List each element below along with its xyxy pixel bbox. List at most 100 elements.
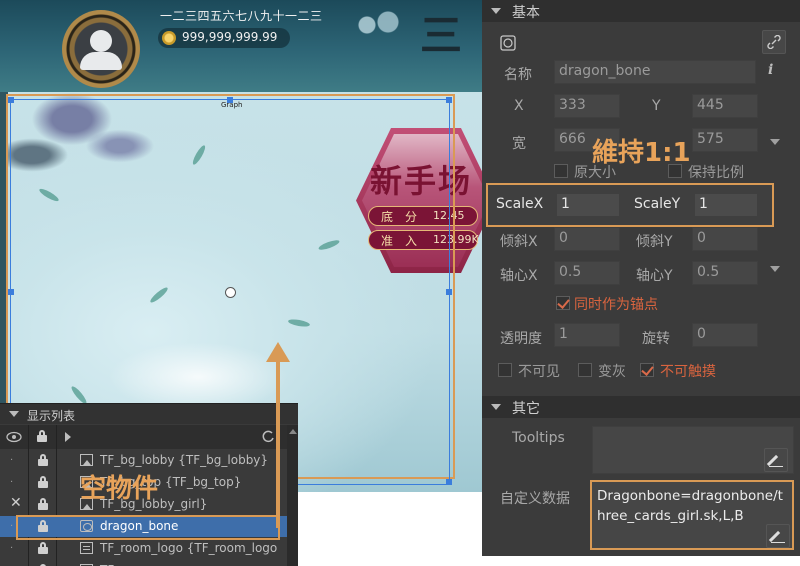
coin-value: 999,999,999.99 <box>182 30 278 44</box>
collapse-triangle-icon[interactable] <box>491 8 501 14</box>
y-field[interactable]: 445 <box>692 94 758 118</box>
invisible-checkbox[interactable] <box>498 363 512 377</box>
pencil-icon <box>766 454 779 467</box>
hidden-x-icon[interactable]: ✕ <box>10 495 22 511</box>
lock-icon[interactable] <box>38 498 48 510</box>
section-basic-header[interactable]: 基本 <box>482 0 800 22</box>
link-button[interactable] <box>762 30 786 54</box>
player-name: 一二三四五六七八九十一二三 <box>160 9 323 23</box>
image-icon <box>80 454 93 466</box>
skewy-value: 0 <box>697 230 706 246</box>
resize-handle-w[interactable] <box>8 289 14 295</box>
custom-data-value: Dragonbone=dragonbone/three_cards_girl.s… <box>597 488 783 524</box>
scene-canvas[interactable]: 三 一二三四五六七八九十一二三 999,999,999.99 新手场 底分 12… <box>0 0 486 566</box>
scalex-label: ScaleX <box>496 196 544 212</box>
game-title-glyph: 三 <box>420 11 463 60</box>
avatar-head-icon <box>90 30 112 52</box>
skewy-label: 倾斜Y <box>636 234 673 250</box>
avatar-body-icon <box>80 52 122 70</box>
size-dropdown-icon[interactable] <box>770 139 780 145</box>
rotation-value: 0 <box>697 326 706 342</box>
skewx-value: 0 <box>559 230 568 246</box>
collapse-triangle-icon[interactable] <box>9 411 19 417</box>
x-field[interactable]: 333 <box>554 94 620 118</box>
pivot-dropdown-icon[interactable] <box>770 266 780 272</box>
display-list-row-label: TF_bg_lobby {TF_bg_lobby} <box>100 453 269 467</box>
annotation-keep-ratio: 維持1:1 <box>592 138 691 168</box>
text-icon <box>80 542 93 554</box>
custom-data-label: 自定义数据 <box>500 491 570 507</box>
annotation-frame-scale: ScaleX 1 ScaleY 1 <box>486 183 774 227</box>
anchor-checkbox[interactable] <box>556 296 570 310</box>
skewy-field[interactable]: 0 <box>692 227 758 251</box>
display-list-header[interactable]: 显示列表 <box>0 404 298 424</box>
pivoty-value: 0.5 <box>697 264 720 280</box>
rotation-field[interactable]: 0 <box>692 323 758 347</box>
lock-icon[interactable] <box>38 476 48 488</box>
width-value: 666 <box>559 131 586 147</box>
skewx-field[interactable]: 0 <box>554 227 620 251</box>
link-icon <box>767 35 781 49</box>
alpha-label: 透明度 <box>500 331 542 347</box>
skewx-label: 倾斜X <box>500 234 538 250</box>
collapse-triangle-icon[interactable] <box>491 404 501 410</box>
eye-icon[interactable] <box>6 431 22 443</box>
object-type-icon <box>500 35 516 51</box>
properties-panel: 基本 名称 dragon_bone i X 333 Y 445 宽 666 57… <box>482 0 800 566</box>
custom-data-field[interactable]: Dragonbone=dragonbone/three_cards_girl.s… <box>590 480 794 550</box>
alpha-value: 1 <box>559 326 568 342</box>
edit-tooltips-button[interactable] <box>764 448 788 472</box>
display-list-row[interactable]: · TF_room_logo {TF_room_logo <box>0 538 288 559</box>
display-list-toolbar <box>0 425 298 449</box>
resize-handle-nw[interactable] <box>8 97 14 103</box>
name-label: 名称 <box>504 67 532 83</box>
avatar[interactable] <box>62 10 140 88</box>
lock-icon[interactable] <box>38 542 48 554</box>
gray-checkbox[interactable] <box>578 363 592 377</box>
coin-balance: 999,999,999.99 <box>158 28 290 48</box>
edit-custom-data-button[interactable] <box>766 524 790 548</box>
name-value: dragon_bone <box>559 63 651 79</box>
visibility-dot-icon[interactable]: · <box>10 521 13 532</box>
scaley-field[interactable]: 1 <box>694 193 758 217</box>
visibility-dot-icon[interactable]: · <box>10 543 13 554</box>
scalex-field[interactable]: 1 <box>556 193 620 217</box>
pivotx-label: 轴心X <box>500 268 538 284</box>
pivotx-value: 0.5 <box>559 264 582 280</box>
x-label: X <box>514 98 524 114</box>
section-other-title: 其它 <box>512 401 540 417</box>
keep-ratio-label: 保持比例 <box>688 165 744 181</box>
pivot-handle[interactable] <box>225 287 236 298</box>
pivotx-field[interactable]: 0.5 <box>554 261 620 285</box>
invisible-label: 不可见 <box>518 364 560 380</box>
lock-icon[interactable] <box>38 454 48 466</box>
scaley-value: 1 <box>699 196 708 212</box>
resize-handle-ne[interactable] <box>446 97 452 103</box>
alpha-field[interactable]: 1 <box>554 323 620 347</box>
height-field[interactable]: 575 <box>692 128 758 152</box>
annotation-arrow-icon <box>266 342 290 528</box>
resize-handle-se[interactable] <box>446 479 452 485</box>
rotation-label: 旋转 <box>642 331 670 347</box>
y-label: Y <box>652 98 661 114</box>
section-other-header[interactable]: 其它 <box>482 396 800 418</box>
cloud-decoration <box>346 10 416 40</box>
original-size-checkbox[interactable] <box>554 164 568 178</box>
info-icon[interactable]: i <box>768 62 773 78</box>
annotation-empty-object: 空物件 <box>80 474 159 504</box>
visibility-dot-icon[interactable]: · <box>10 477 13 488</box>
height-value: 575 <box>697 131 724 147</box>
pivoty-field[interactable]: 0.5 <box>692 261 758 285</box>
expand-arrow-icon[interactable] <box>64 432 72 442</box>
scaley-label: ScaleY <box>634 196 681 212</box>
lock-icon[interactable] <box>37 430 47 442</box>
display-list-title: 显示列表 <box>27 409 76 423</box>
untouchable-checkbox[interactable] <box>640 363 654 377</box>
tooltips-label: Tooltips <box>512 430 565 446</box>
width-label: 宽 <box>512 136 526 152</box>
section-basic-title: 基本 <box>512 5 540 21</box>
display-list-row[interactable]: ·TF_... <box>0 560 288 566</box>
resize-handle-e[interactable] <box>446 289 452 295</box>
visibility-dot-icon[interactable]: · <box>10 455 13 466</box>
name-field[interactable]: dragon_bone <box>554 60 756 84</box>
